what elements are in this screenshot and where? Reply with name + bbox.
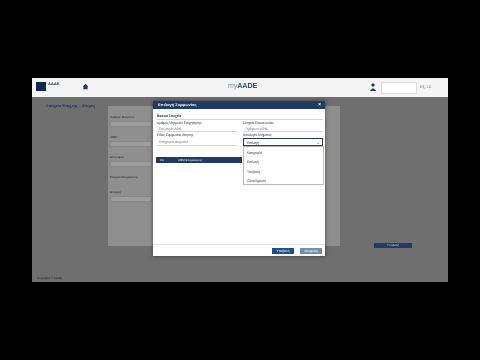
bg-label: Στοιχεία Επιχείρησης bbox=[110, 175, 138, 179]
select-value: Επιλογή bbox=[247, 141, 259, 145]
app-header: ΑΑΔΕ myAADE Εξ. Ι.Σ. bbox=[32, 78, 448, 97]
cancel-button-label: Ακύρωση bbox=[304, 249, 318, 253]
bg-label: Αριθμός Μητρώου bbox=[110, 115, 135, 119]
field-underline bbox=[157, 145, 237, 146]
bg-label: ΑΦΜ bbox=[110, 135, 117, 139]
logo-text: ΑΑΔΕ bbox=[48, 81, 60, 86]
home-icon[interactable] bbox=[82, 83, 89, 90]
close-icon[interactable]: × bbox=[318, 101, 321, 109]
footer-text: Copyright © ΑΑΔΕ bbox=[37, 276, 62, 280]
bg-field bbox=[110, 161, 152, 167]
dropdown-option[interactable]: Επιλογή bbox=[247, 160, 259, 164]
logout-link[interactable]: Εξ. Ι.Σ. bbox=[420, 84, 433, 89]
row-code: ΚΑ bbox=[160, 158, 165, 162]
section-title: Βασικά Στοιχεία bbox=[157, 114, 182, 118]
brand-name: AADE bbox=[237, 83, 258, 90]
row-text: ΑΦΜ Επιχείρησης bbox=[178, 158, 203, 162]
bg-field bbox=[110, 121, 152, 127]
cancel-button[interactable]: Ακύρωση bbox=[300, 248, 322, 254]
modal-footer-divider bbox=[153, 244, 325, 245]
field-value: Κατηγορία αιτήματος bbox=[159, 140, 189, 144]
bg-field bbox=[110, 141, 152, 147]
brand-prefix: my bbox=[228, 83, 238, 90]
page-title: Στοιχεία Επιχείρ. - Αίτηση bbox=[46, 103, 95, 108]
brand-title: myAADE bbox=[228, 83, 257, 90]
modal-title: Επιλογή Συμφωνίας bbox=[158, 102, 197, 107]
bg-label: Επωνυμία bbox=[110, 155, 124, 159]
select-dropdown: Κατηγορία Επιλογή Υποβολή Ολοκλήρωση bbox=[243, 146, 324, 185]
ok-button[interactable]: Υποβολή bbox=[272, 248, 294, 254]
bg-submit-button[interactable]: Υποβολή bbox=[374, 243, 412, 248]
modal-header: Επιλογή Συμφωνίας × bbox=[153, 101, 325, 109]
ok-button-label: Υποβολή bbox=[276, 249, 290, 253]
table-row[interactable]: ΚΑ ΑΦΜ Επιχείρησης bbox=[156, 157, 242, 163]
bg-field bbox=[110, 196, 152, 202]
field-label: Είδος Συμφωνίας Αίτησης bbox=[157, 133, 194, 137]
user-icon[interactable] bbox=[370, 83, 376, 91]
field-underline bbox=[243, 131, 323, 132]
dropdown-option[interactable]: Κατηγορία bbox=[247, 151, 262, 155]
section-divider bbox=[157, 119, 323, 120]
aade-logo bbox=[36, 82, 46, 91]
username-field bbox=[381, 82, 417, 94]
dropdown-option[interactable]: Ολοκλήρωση bbox=[247, 179, 266, 183]
field-label: Στοιχεία Επικοινωνίας bbox=[243, 121, 274, 125]
reason-select[interactable]: Επιλογή ⌄ bbox=[243, 138, 323, 146]
dropdown-option[interactable]: Υποβολή bbox=[247, 170, 260, 174]
field-label: Αριθμός Μητρώου Επιχείρησης bbox=[157, 121, 202, 125]
field-label: Αιτιολογία Αιτήματος bbox=[243, 133, 272, 137]
field-underline bbox=[157, 131, 237, 132]
bg-label: Επιλογή bbox=[110, 190, 122, 194]
